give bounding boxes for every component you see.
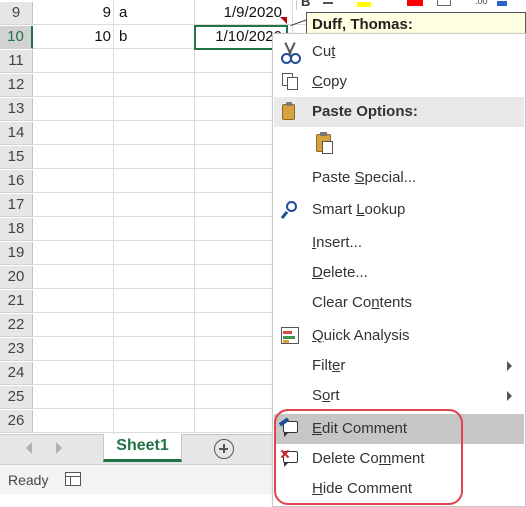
menu-header-paste-options: Paste Options:	[274, 97, 524, 127]
increase-decimal-icon[interactable]	[497, 1, 507, 6]
row-header-21[interactable]: 21	[0, 290, 33, 313]
submenu-arrow-icon	[507, 391, 512, 401]
row-header-17[interactable]: 17	[0, 194, 33, 217]
menu-item-delete-comment[interactable]: Delete Comment	[274, 444, 524, 474]
menu-item-clear-contents[interactable]: Clear Contents	[274, 288, 524, 318]
menu-item-paste-special[interactable]: Paste Special...	[274, 163, 524, 193]
row-header-20[interactable]: 20	[0, 266, 33, 289]
row-header-16[interactable]: 16	[0, 170, 33, 193]
row-header-23[interactable]: 23	[0, 338, 33, 361]
comment-indicator-icon	[280, 17, 287, 24]
add-sheet-icon[interactable]	[214, 439, 234, 459]
row-header-13[interactable]: 13	[0, 98, 33, 121]
row-header-24[interactable]: 24	[0, 362, 33, 385]
scroll-tabs-right-icon[interactable]	[56, 442, 62, 454]
cell-a9[interactable]: 9	[35, 2, 111, 24]
cell-b10[interactable]: b	[119, 26, 189, 48]
smart-lookup-icon	[280, 200, 300, 220]
paste-option-paste[interactable]	[274, 128, 524, 164]
context-menu: Cut Copy Paste Options: Paste Special...…	[272, 33, 526, 507]
row-header-10[interactable]: 10	[0, 26, 33, 49]
menu-item-insert[interactable]: Insert...	[274, 228, 524, 258]
row-header-15[interactable]: 15	[0, 146, 33, 169]
sheet-tab-sheet1[interactable]: Sheet1	[103, 434, 182, 462]
status-text: Ready	[8, 472, 49, 488]
menu-item-filter[interactable]: Filter	[274, 351, 524, 381]
menu-item-copy[interactable]: Copy	[274, 67, 524, 97]
menu-item-quick-analysis[interactable]: Quick Analysis	[274, 321, 524, 351]
row-header-9[interactable]: 9	[0, 2, 33, 25]
row-header-12[interactable]: 12	[0, 74, 33, 97]
row-header-14[interactable]: 14	[0, 122, 33, 145]
italic-icon[interactable]	[323, 2, 333, 4]
menu-item-delete[interactable]: Delete...	[274, 258, 524, 288]
edit-comment-icon	[278, 417, 300, 439]
row-header-25[interactable]: 25	[0, 386, 33, 409]
menu-item-smart-lookup[interactable]: Smart Lookup	[274, 195, 524, 225]
quick-analysis-icon	[280, 326, 300, 346]
menu-item-hide-comment[interactable]: Hide Comment	[274, 474, 524, 504]
scroll-tabs-left-icon[interactable]	[26, 442, 32, 454]
row-header-19[interactable]: 19	[0, 242, 33, 265]
row-header-22[interactable]: 22	[0, 314, 33, 337]
menu-item-edit-comment[interactable]: Edit Comment	[274, 414, 524, 444]
highlight-color-icon[interactable]	[357, 2, 371, 7]
paste-icon	[314, 132, 338, 156]
menu-item-sort[interactable]: Sort	[274, 381, 524, 411]
font-color-icon[interactable]	[407, 0, 423, 6]
bold-icon[interactable]: B	[301, 0, 310, 9]
record-macro-icon[interactable]	[65, 472, 81, 486]
row-header-18[interactable]: 18	[0, 218, 33, 241]
cell-b9[interactable]: a	[119, 2, 189, 24]
cell-c9[interactable]: 1/9/2020	[196, 2, 282, 24]
row-header-26[interactable]: 26	[0, 410, 33, 433]
submenu-arrow-icon	[507, 361, 512, 371]
clipboard-icon	[280, 102, 300, 122]
scissors-icon	[280, 42, 301, 64]
borders-icon[interactable]	[437, 0, 451, 6]
comment-author: Duff, Thomas:	[312, 16, 413, 33]
decimal-icon[interactable]: .00	[475, 0, 488, 6]
mini-toolbar: B .00	[296, 0, 526, 10]
cell-a10[interactable]: 10	[35, 26, 111, 48]
delete-comment-icon	[280, 449, 300, 469]
row-header-11[interactable]: 11	[0, 50, 33, 73]
copy-icon	[280, 72, 300, 92]
menu-item-cut[interactable]: Cut	[274, 37, 524, 67]
